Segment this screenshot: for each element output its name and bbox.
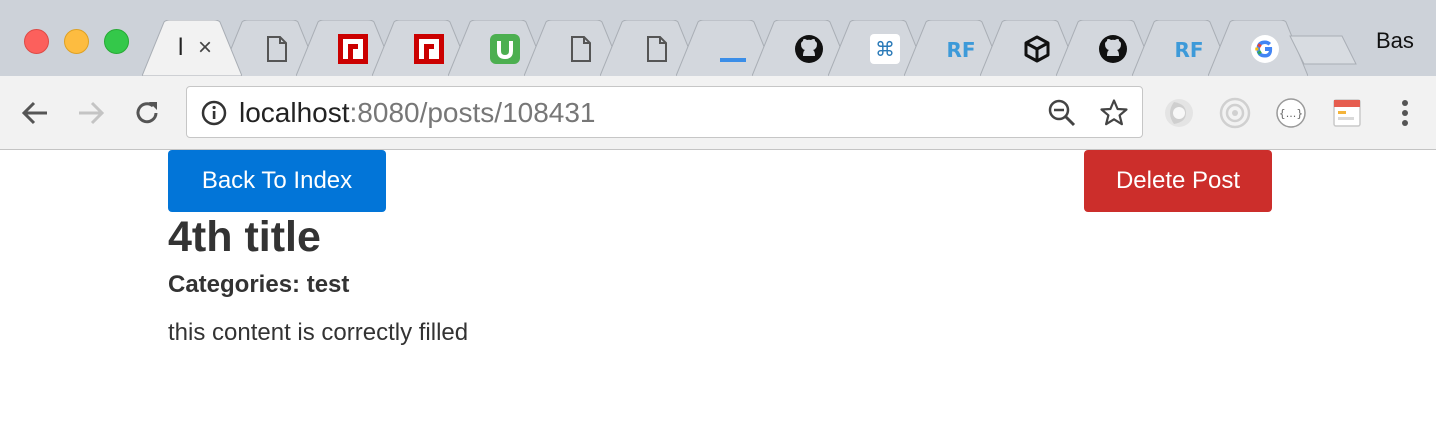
svg-text:RF: RF: [946, 38, 975, 62]
codepen-icon: [1022, 34, 1052, 64]
forward-arrow-icon[interactable]: [74, 96, 108, 130]
window-maximize-button[interactable]: [104, 29, 129, 54]
underscore-icon: [718, 34, 748, 64]
github-icon: [1098, 34, 1128, 64]
tab-strip: l × ⌘ RF RF Bas: [0, 0, 1436, 76]
back-arrow-icon[interactable]: [18, 96, 52, 130]
address-bar[interactable]: localhost:8080/posts/108431: [186, 86, 1143, 138]
page-icon: [566, 34, 596, 64]
post-categories: Categories: test: [168, 271, 350, 298]
u-icon: [490, 34, 520, 64]
json-icon[interactable]: {...}: [1274, 96, 1308, 130]
bookmark-star-icon[interactable]: [1099, 98, 1129, 128]
address-url[interactable]: localhost:8080/posts/108431: [239, 97, 596, 129]
back-to-index-button[interactable]: Back To Index: [168, 150, 386, 212]
delete-post-button[interactable]: Delete Post: [1084, 150, 1272, 212]
url-path: :8080/posts/108431: [349, 97, 596, 128]
tab-active[interactable]: l ×: [142, 20, 242, 76]
zoom-out-icon[interactable]: [1047, 98, 1077, 128]
page-icon: [642, 34, 672, 64]
browser-toolbar: localhost:8080/posts/108431 {...}: [0, 76, 1436, 150]
tab-title: l: [178, 34, 184, 61]
svg-text:{...}: {...}: [1279, 107, 1304, 120]
menu-kebab-icon[interactable]: [1388, 96, 1422, 130]
google-icon: [1250, 34, 1280, 64]
calendar-icon[interactable]: [1330, 96, 1364, 130]
tab-shape: [142, 20, 242, 76]
profile-name[interactable]: Bas: [1376, 28, 1414, 54]
rf-icon: RF: [946, 34, 976, 64]
svg-text:RF: RF: [1174, 38, 1203, 62]
new-tab-button[interactable]: [1288, 34, 1358, 66]
circle-target-icon[interactable]: [1218, 96, 1252, 130]
post-content: this content is correctly filled: [168, 319, 469, 346]
window-minimize-button[interactable]: [64, 29, 89, 54]
npm-icon: [414, 34, 444, 64]
dark-orb-icon[interactable]: [1162, 96, 1196, 130]
npm-icon: [338, 34, 368, 64]
info-icon[interactable]: [201, 100, 227, 126]
svg-text:⌘: ⌘: [875, 37, 895, 61]
post-title: 4th title: [168, 213, 321, 261]
command-icon: ⌘: [870, 34, 900, 64]
url-host: localhost: [239, 97, 350, 128]
rf-icon: RF: [1174, 34, 1204, 64]
tab-close-icon[interactable]: ×: [198, 34, 212, 62]
page-icon: [262, 34, 292, 64]
github-icon: [794, 34, 824, 64]
reload-icon[interactable]: [130, 96, 164, 130]
window-close-button[interactable]: [24, 29, 49, 54]
